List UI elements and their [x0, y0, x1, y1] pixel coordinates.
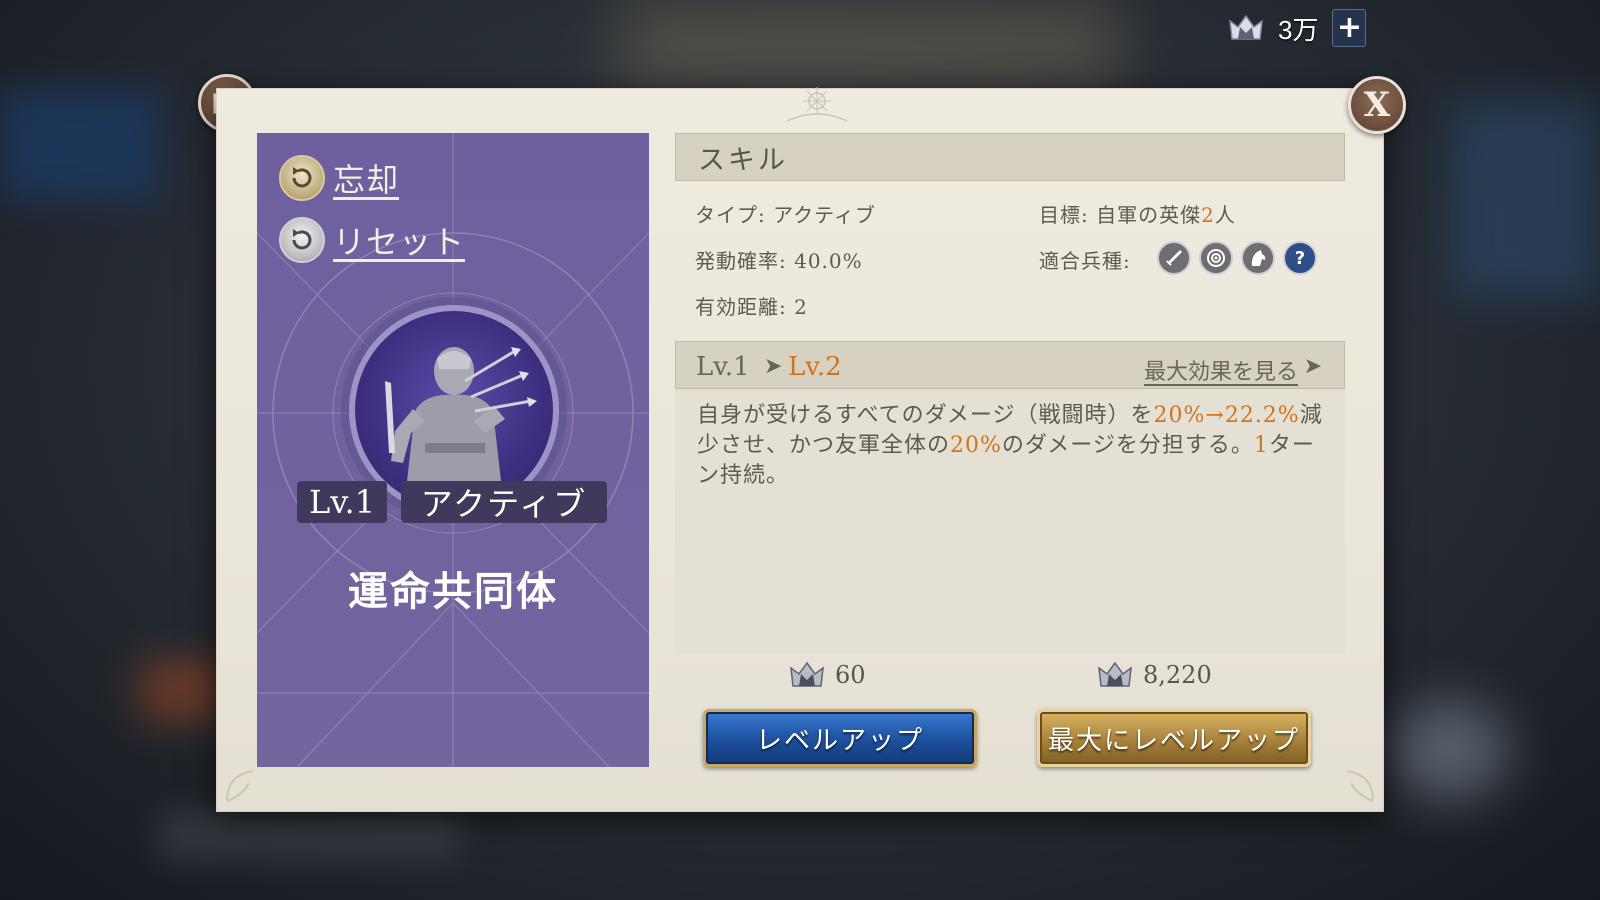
skill-level-badge: Lv.1: [297, 481, 388, 523]
range-label: 有効距離:: [695, 295, 787, 319]
level-upgrade-bar: Lv.1 ➤ Lv.2 最大効果を見る ➤: [675, 341, 1345, 389]
skill-description: 自身が受けるすべてのダメージ（戦闘時）を20%→22.2%減少させ、かつ友軍全体…: [697, 401, 1327, 491]
chevron-right-icon[interactable]: ➤: [1304, 354, 1322, 379]
next-level: Lv.2: [788, 352, 842, 382]
view-max-effect-link[interactable]: 最大効果を見る: [1144, 354, 1298, 386]
max-level-up-cost: 8,220: [1097, 659, 1212, 691]
corner-ornament-icon: [226, 770, 254, 802]
dialog-ornament-icon: [787, 87, 847, 122]
trigger-label: 発動確率:: [695, 249, 787, 273]
trigger-value: 40.0%: [794, 249, 863, 273]
skill-type-badge: アクティブ: [401, 481, 607, 523]
troop-label: 適合兵種:: [1039, 249, 1131, 273]
help-icon[interactable]: ?: [1283, 241, 1317, 275]
forget-action[interactable]: 忘却: [279, 155, 399, 201]
level-up-cost: 60: [789, 659, 866, 691]
range-value: 2: [794, 295, 808, 319]
current-level: Lv.1: [696, 352, 750, 382]
sword-icon[interactable]: [1157, 241, 1191, 275]
reset-label[interactable]: リセット: [333, 217, 465, 263]
skill-type-row: タイプ: アクティブ: [695, 199, 876, 228]
undo-icon: [279, 155, 325, 201]
target-suffix: 人: [1214, 203, 1236, 227]
level-up-button[interactable]: レベルアップ: [703, 709, 977, 767]
background-blur: [1450, 100, 1600, 300]
type-label: タイプ:: [695, 203, 766, 227]
crown-crest-icon: [789, 659, 825, 691]
troop-type-row: 適合兵種:: [1039, 245, 1131, 274]
skill-dialog: 忘却 リセット Lv.1 アクティブ 運命共同体 スキル タイプ: アクティブ …: [216, 87, 1384, 812]
desc-part: のダメージを分担する。: [1001, 433, 1254, 458]
target-row: 目標: 自軍の英傑2人: [1039, 199, 1236, 228]
resource-value: 3万: [1278, 14, 1319, 45]
target-count: 2: [1201, 203, 1215, 227]
skill-card: 忘却 リセット Lv.1 アクティブ 運命共同体: [257, 133, 649, 767]
trigger-rate-row: 発動確率: 40.0%: [695, 245, 863, 274]
range-row: 有効距離: 2: [695, 291, 808, 320]
target-label: 目標:: [1039, 203, 1089, 227]
level-up-cost-value: 60: [835, 661, 866, 689]
background-blur: [160, 810, 460, 860]
close-button[interactable]: X: [1348, 76, 1406, 134]
desc-value: 20%: [1153, 403, 1206, 428]
reset-icon: [279, 217, 325, 263]
crown-crest-icon: [1228, 13, 1264, 43]
desc-value: →22.2%: [1205, 403, 1300, 428]
desc-value: 20%: [950, 433, 1002, 458]
skill-name: 運命共同体: [348, 568, 558, 615]
troop-icons: ?: [1157, 241, 1317, 275]
background-blur: [0, 90, 160, 200]
background-blur: [620, 0, 1120, 90]
resource-bar: 3万 +: [1228, 8, 1367, 48]
level-arrow-icon: ➤: [764, 354, 783, 379]
desc-value: 1: [1253, 433, 1269, 458]
desc-part: 自身が受けるすべてのダメージ（戦闘時）を: [697, 403, 1154, 428]
horse-icon[interactable]: [1241, 241, 1275, 275]
forget-label[interactable]: 忘却: [333, 155, 399, 201]
target-prefix: 自軍の英傑: [1096, 203, 1202, 227]
add-resource-button[interactable]: +: [1332, 9, 1367, 47]
reset-action[interactable]: リセット: [279, 217, 465, 263]
max-level-up-cost-value: 8,220: [1143, 661, 1212, 689]
type-value: アクティブ: [773, 203, 876, 227]
crown-crest-icon: [1097, 659, 1133, 691]
skill-section-header: スキル: [675, 133, 1345, 181]
skill-description-box: 自身が受けるすべてのダメージ（戦闘時）を20%→22.2%減少させ、かつ友軍全体…: [675, 389, 1345, 653]
target-icon[interactable]: [1199, 241, 1233, 275]
background-blur: [1390, 700, 1510, 800]
corner-ornament-icon: [1346, 770, 1374, 802]
max-level-up-button[interactable]: 最大にレベルアップ: [1037, 709, 1311, 767]
